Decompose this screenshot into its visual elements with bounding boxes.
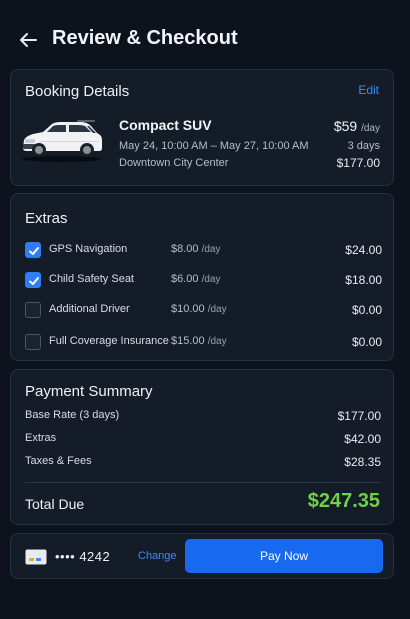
payment-bar: •••• 4242 Change Pay Now xyxy=(10,533,394,579)
total-due-value: $247.35 xyxy=(307,490,380,512)
extra-rate: $15.00 /day xyxy=(171,335,227,347)
summary-value: $28.35 xyxy=(344,455,381,469)
extra-name: Child Safety Seat xyxy=(49,273,134,285)
booking-details-card: Booking Details Edit Compact SUV May 24,… xyxy=(10,69,394,186)
child-seat-checkbox[interactable] xyxy=(25,272,41,288)
extras-title: Extras xyxy=(25,210,68,227)
extra-row-insurance[interactable]: Full Coverage Insurance $15.00 /day $0.0… xyxy=(11,332,395,354)
daily-rate-value: $59 xyxy=(333,118,358,134)
summary-value: $177.00 xyxy=(337,409,381,423)
extra-row-gps[interactable]: GPS Navigation $8.00 /day $24.00 xyxy=(11,240,395,262)
summary-row-taxes: Taxes & Fees $28.35 xyxy=(25,455,381,469)
summary-label: Taxes & Fees xyxy=(25,455,92,467)
extra-row-child-seat[interactable]: Child Safety Seat $6.00 /day $18.00 xyxy=(11,270,395,292)
daily-rate: $59 /day xyxy=(334,118,380,134)
extra-name: Full Coverage Insurance xyxy=(49,335,169,347)
booking-total: $177.00 xyxy=(336,156,380,170)
insurance-checkbox[interactable] xyxy=(25,334,41,350)
extras-card: Extras GPS Navigation $8.00 /day $24.00 … xyxy=(10,193,394,361)
summary-label: Extras xyxy=(25,432,57,444)
summary-value: $42.00 xyxy=(344,432,381,446)
credit-card-icon xyxy=(25,549,47,565)
edit-booking-link[interactable]: Edit xyxy=(358,83,379,97)
summary-divider xyxy=(25,482,381,483)
payment-summary-title: Payment Summary xyxy=(25,383,153,400)
extra-price: $24.00 xyxy=(345,243,382,257)
summary-row-extras: Extras $42.00 xyxy=(25,432,381,446)
summary-row-base-rate: Base Rate (3 days) $177.00 xyxy=(25,409,381,423)
change-card-link[interactable]: Change xyxy=(138,550,177,562)
booking-details-title: Booking Details xyxy=(25,83,130,100)
extra-rate: $10.00 /day xyxy=(171,303,227,315)
total-due-label: Total Due xyxy=(25,496,85,512)
extra-rate: $6.00 /day xyxy=(171,273,221,285)
top-bar: Review & Checkout xyxy=(0,0,410,68)
rental-days: 3 days xyxy=(347,140,380,152)
summary-label: Base Rate (3 days) xyxy=(25,409,120,421)
checkmark-icon xyxy=(29,277,39,285)
gps-checkbox[interactable] xyxy=(25,242,41,258)
back-arrow-icon[interactable] xyxy=(16,28,40,52)
pickup-location: Downtown City Center xyxy=(119,157,229,169)
extra-name: GPS Navigation xyxy=(49,243,128,255)
extra-name: Additional Driver xyxy=(49,303,130,315)
page-title: Review & Checkout xyxy=(52,27,238,49)
payment-summary-card: Payment Summary Base Rate (3 days) $177.… xyxy=(10,369,394,525)
car-image xyxy=(22,120,102,162)
checkmark-icon xyxy=(29,247,39,255)
vehicle-name: Compact SUV xyxy=(119,117,212,133)
extra-row-additional-driver[interactable]: Additional Driver $10.00 /day $0.00 xyxy=(11,300,395,322)
additional-driver-checkbox[interactable] xyxy=(25,302,41,318)
extra-price: $0.00 xyxy=(351,303,382,317)
daily-rate-unit: /day xyxy=(361,123,380,134)
extra-price: $0.00 xyxy=(351,335,382,349)
trip-dates: May 24, 10:00 AM – May 27, 10:00 AM xyxy=(119,140,309,152)
extra-rate: $8.00 /day xyxy=(171,243,221,255)
extra-price: $18.00 xyxy=(345,273,382,287)
pay-now-button[interactable]: Pay Now xyxy=(185,539,383,573)
card-number-masked: •••• 4242 xyxy=(55,549,111,564)
